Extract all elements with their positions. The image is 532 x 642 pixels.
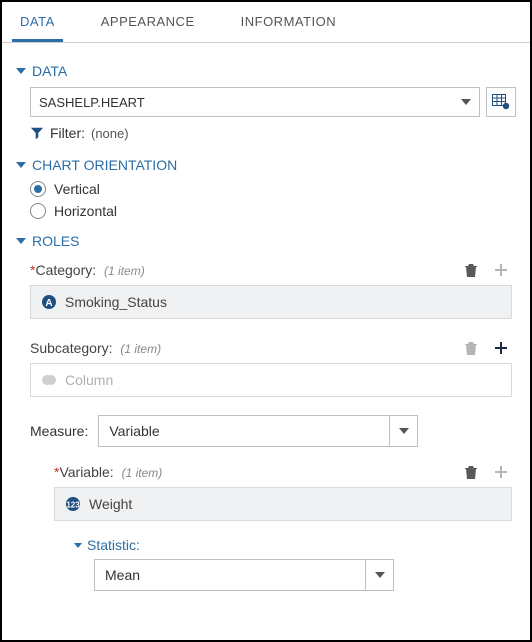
tab-information[interactable]: INFORMATION (233, 2, 345, 42)
trash-icon (463, 464, 479, 480)
num-var-icon: 123 (65, 496, 81, 512)
svg-text:A: A (45, 298, 52, 309)
caret-down-icon (74, 543, 82, 548)
statistic-value: Mean (95, 567, 365, 583)
statistic-header[interactable]: Statistic: (74, 537, 516, 553)
subcategory-placeholder: Column (65, 372, 113, 388)
radio-horizontal-label: Horizontal (54, 203, 117, 219)
dataset-row: SASHELP.HEART (30, 87, 516, 117)
caret-down-icon (16, 162, 26, 168)
svg-text:123: 123 (66, 501, 80, 510)
delete-subcategory-button[interactable] (460, 337, 482, 359)
tab-appearance[interactable]: APPEARANCE (93, 2, 203, 42)
filter-value: (none) (91, 126, 129, 141)
radio-icon-checked (30, 181, 46, 197)
chevron-down-icon (389, 415, 417, 447)
subcategory-placeholder-pill[interactable]: Column (30, 363, 512, 397)
section-data-title: DATA (32, 63, 67, 79)
chevron-down-icon (365, 559, 393, 591)
tab-bar: DATA APPEARANCE INFORMATION (2, 2, 530, 43)
filter-icon (30, 126, 44, 140)
dataset-value: SASHELP.HEART (39, 95, 145, 110)
subcategory-actions (460, 337, 512, 359)
variable-label-row: *Variable: (1 item) (54, 461, 516, 483)
trash-icon (463, 262, 479, 278)
plus-icon (493, 464, 509, 480)
measure-dropdown[interactable]: Variable (98, 415, 418, 447)
subcategory-label-row: Subcategory: (1 item) (30, 337, 516, 359)
statistic-label: Statistic: (87, 537, 140, 553)
section-orientation-header[interactable]: CHART ORIENTATION (16, 157, 516, 173)
panel-content: DATA SASHELP.HEART Filter: (none) CHART … (2, 43, 530, 605)
browse-dataset-button[interactable] (486, 87, 516, 117)
category-label-row: *Category: (1 item) (30, 259, 516, 281)
variable-value: Weight (89, 496, 132, 512)
variable-label: *Variable: (1 item) (54, 464, 162, 480)
delete-category-button[interactable] (460, 259, 482, 281)
trash-icon (463, 340, 479, 356)
add-category-button[interactable] (490, 259, 512, 281)
statistic-dropdown[interactable]: Mean (94, 559, 394, 591)
add-variable-button[interactable] (490, 461, 512, 483)
caret-down-icon (16, 238, 26, 244)
section-orientation-title: CHART ORIENTATION (32, 157, 177, 173)
measure-value: Variable (99, 423, 389, 439)
measure-label: Measure: (30, 423, 88, 439)
delete-variable-button[interactable] (460, 461, 482, 483)
category-actions (460, 259, 512, 281)
add-subcategory-button[interactable] (490, 337, 512, 359)
plus-icon (493, 340, 509, 356)
variable-actions (460, 461, 512, 483)
category-value: Smoking_Status (65, 294, 167, 310)
subcategory-label: Subcategory: (1 item) (30, 340, 161, 356)
filter-row[interactable]: Filter: (none) (30, 125, 516, 141)
column-icon (41, 372, 57, 388)
measure-row: Measure: Variable (30, 415, 512, 447)
caret-down-icon (16, 68, 26, 74)
chevron-down-icon (461, 99, 471, 105)
plus-icon (493, 262, 509, 278)
filter-label: Filter: (50, 125, 85, 141)
section-data-header[interactable]: DATA (16, 63, 516, 79)
radio-vertical-label: Vertical (54, 181, 100, 197)
tab-data[interactable]: DATA (12, 2, 63, 42)
radio-icon-unchecked (30, 203, 46, 219)
radio-horizontal[interactable]: Horizontal (30, 203, 516, 219)
category-value-pill[interactable]: A Smoking_Status (30, 285, 512, 319)
category-label: *Category: (1 item) (30, 262, 145, 278)
category-hint: (1 item) (104, 264, 145, 278)
char-var-icon: A (41, 294, 57, 310)
table-icon (492, 94, 510, 110)
variable-value-pill[interactable]: 123 Weight (54, 487, 512, 521)
subcategory-hint: (1 item) (120, 342, 161, 356)
section-roles-header[interactable]: ROLES (16, 233, 516, 249)
section-roles-title: ROLES (32, 233, 79, 249)
dataset-dropdown[interactable]: SASHELP.HEART (30, 87, 480, 117)
variable-hint: (1 item) (122, 466, 163, 480)
radio-vertical[interactable]: Vertical (30, 181, 516, 197)
